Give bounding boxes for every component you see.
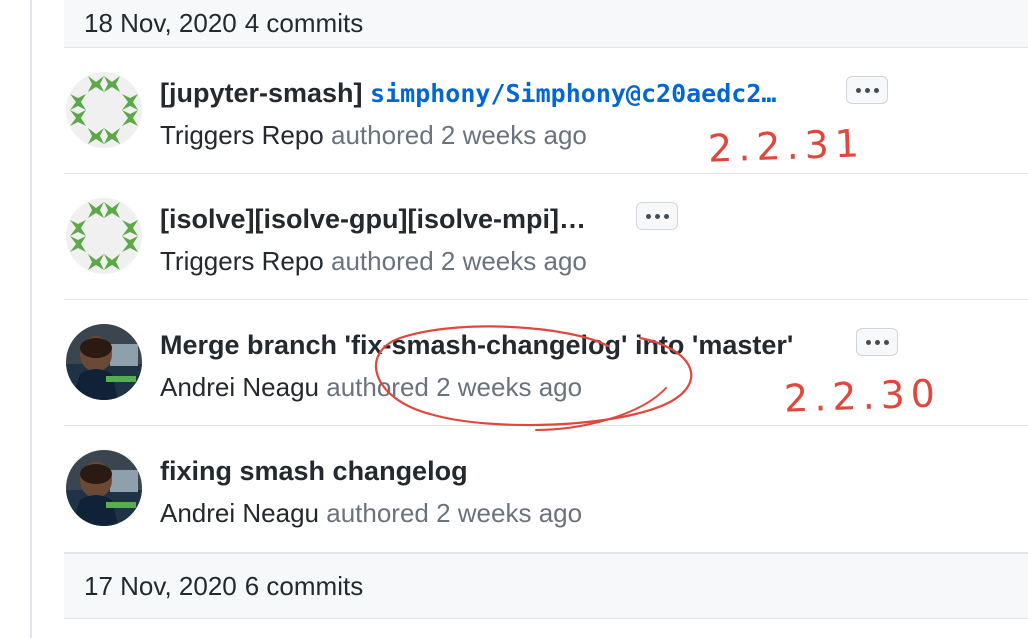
commit-author[interactable]: Andrei Neagu (160, 498, 319, 528)
commit-title-text[interactable]: [jupyter-smash] (160, 78, 370, 108)
group-commit-count: 6 commits (244, 570, 364, 601)
version-annotation: 2.2.31 (707, 121, 866, 171)
expand-message-button[interactable] (846, 76, 888, 104)
commit-title[interactable]: [jupyter-smash] simphony/Simphony@c20aed… (160, 78, 776, 109)
commit-row: [isolve][isolve-gpu][isolve-mpi]… Trigge… (64, 174, 1028, 300)
commit-title[interactable]: Merge branch 'fix-smash-changelog' into … (160, 330, 793, 361)
commit-group-header: 18 Nov, 2020 4 commits (64, 0, 1028, 48)
commit-title-text[interactable]: fixing smash changelog (160, 456, 468, 486)
commit-ref-link[interactable]: simphony/Simphony@c20aedc2… (370, 79, 776, 108)
user-photo-icon (66, 324, 142, 400)
user-photo-icon (66, 450, 142, 526)
kebab-horizontal-icon (865, 339, 889, 345)
expand-message-button[interactable] (636, 202, 678, 230)
commit-authored-time: authored 2 weeks ago (326, 498, 583, 528)
group-commit-count: 4 commits (244, 8, 364, 38)
commit-title-text[interactable]: [isolve][isolve-gpu][isolve-mpi]… (160, 204, 586, 234)
commit-meta: Triggers Repo authored 2 weeks ago (160, 120, 587, 151)
commit-group-header: 17 Nov, 2020 6 commits (64, 553, 1028, 619)
group-date: 17 Nov, 2020 (84, 570, 237, 601)
commit-authored-time: authored 2 weeks ago (331, 246, 587, 276)
commit-authored-time: authored 2 weeks ago (331, 120, 587, 150)
commit-author[interactable]: Triggers Repo (160, 246, 324, 276)
identicon-icon (66, 72, 142, 148)
commit-title[interactable]: [isolve][isolve-gpu][isolve-mpi]… (160, 204, 586, 235)
commit-author[interactable]: Andrei Neagu (160, 372, 319, 402)
version-annotation: 2.2.30 (783, 371, 942, 421)
commit-authored-time: authored 2 weeks ago (326, 372, 583, 402)
commit-author[interactable]: Triggers Repo (160, 120, 324, 150)
commit-meta: Triggers Repo authored 2 weeks ago (160, 246, 587, 277)
identicon-icon (66, 198, 142, 274)
avatar[interactable] (66, 324, 142, 400)
commit-title[interactable]: fixing smash changelog (160, 456, 468, 487)
timeline-rule (30, 0, 32, 638)
expand-message-button[interactable] (856, 328, 898, 356)
commit-meta: Andrei Neagu authored 2 weeks ago (160, 372, 582, 403)
avatar[interactable] (66, 72, 142, 148)
avatar[interactable] (66, 450, 142, 526)
commit-meta: Andrei Neagu authored 2 weeks ago (160, 498, 582, 529)
group-date: 18 Nov, 2020 (84, 8, 237, 38)
kebab-horizontal-icon (855, 87, 879, 93)
avatar[interactable] (66, 198, 142, 274)
commit-row: [jupyter-smash] simphony/Simphony@c20aed… (64, 48, 1028, 174)
commit-list-page: 18 Nov, 2020 4 commits [jupyter-smash] s… (0, 0, 1028, 638)
kebab-horizontal-icon (645, 213, 669, 219)
commit-title-text[interactable]: Merge branch 'fix-smash-changelog' into … (160, 330, 793, 360)
commit-row: fixing smash changelog Andrei Neagu auth… (64, 426, 1028, 553)
